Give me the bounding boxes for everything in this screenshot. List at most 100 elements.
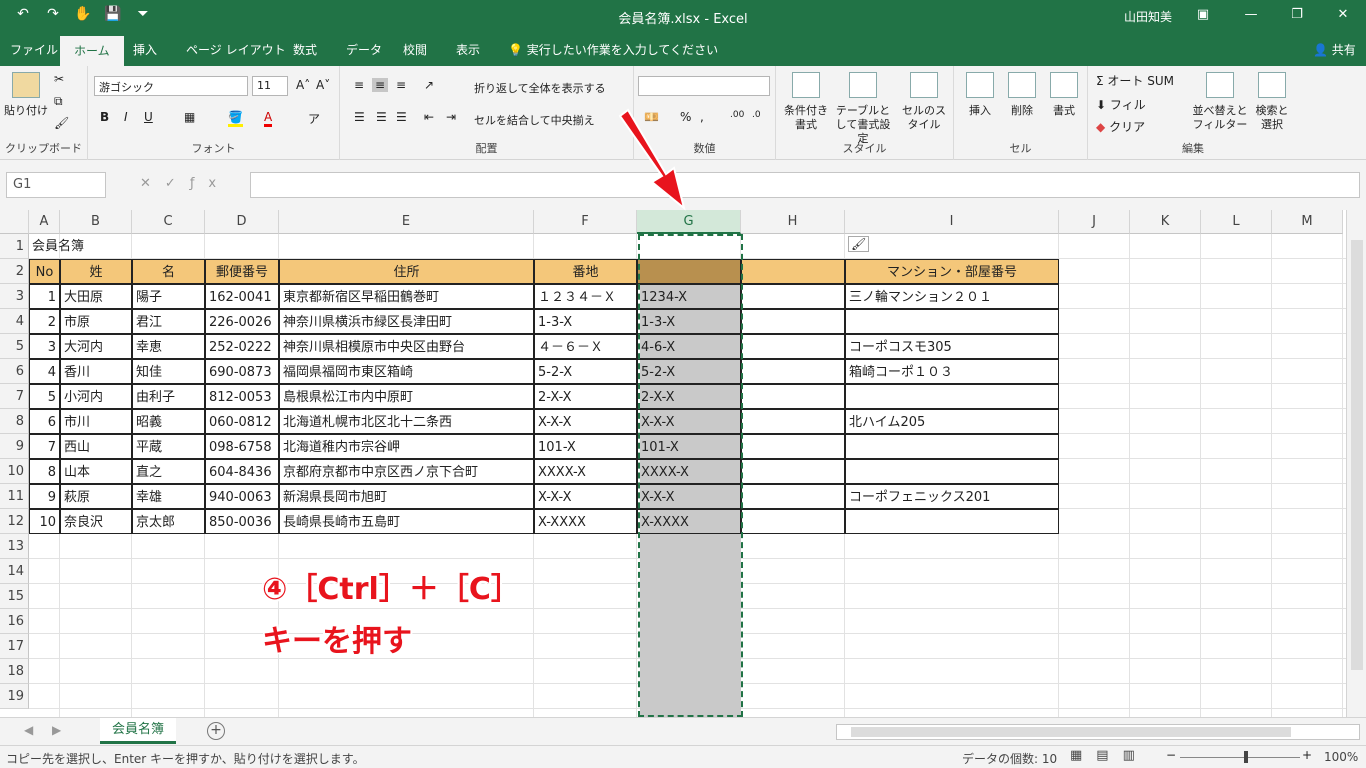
zoom-level[interactable]: 100% (1324, 750, 1358, 764)
column-header-d[interactable]: D (205, 210, 279, 234)
data-cell[interactable]: 箱崎コーポ１０３ (845, 359, 1059, 384)
column-header-b[interactable]: B (60, 210, 132, 234)
ribbon-display-icon[interactable]: ▣ (1180, 4, 1226, 28)
row-header-10[interactable]: 10 (0, 459, 29, 484)
data-cell[interactable] (741, 384, 845, 409)
vertical-scroll-thumb[interactable] (1351, 240, 1363, 670)
row-header-2[interactable]: 2 (0, 259, 29, 284)
data-cell[interactable]: 西山 (60, 434, 132, 459)
data-cell[interactable]: 幸恵 (132, 334, 205, 359)
row-header-4[interactable]: 4 (0, 309, 29, 334)
column-header-a[interactable]: A (29, 210, 60, 234)
fill-button[interactable]: ⬇ フィル (1096, 96, 1146, 113)
column-header-j[interactable]: J (1059, 210, 1130, 234)
find-select-button[interactable]: 検索と選択 (1252, 72, 1292, 132)
data-cell[interactable]: 昭義 (132, 409, 205, 434)
header-cell[interactable]: 名 (132, 259, 205, 284)
data-cell[interactable]: 226-0026 (205, 309, 279, 334)
data-cell[interactable]: 市川 (60, 409, 132, 434)
font-size-select[interactable]: 11 (252, 76, 288, 96)
worksheet-grid[interactable]: A B C D E F G H I J K L M 1 2 3 4 5 6 7 8 9 10 11 12 13 14 15 16 17 18… (0, 210, 1346, 717)
data-cell[interactable] (741, 284, 845, 309)
decrease-indent-icon[interactable]: ⇤ (424, 110, 434, 124)
close-icon[interactable]: ✕ (1320, 4, 1366, 28)
data-cell[interactable]: 北海道札幌市北区北十二条西 (279, 409, 534, 434)
data-cell[interactable] (741, 309, 845, 334)
italic-button[interactable]: I (124, 110, 128, 124)
data-cell[interactable]: ４－６－Ｘ (534, 334, 637, 359)
row-header-17[interactable]: 17 (0, 634, 29, 659)
name-box[interactable]: G1 (6, 172, 106, 198)
data-cell[interactable]: 知佳 (132, 359, 205, 384)
data-cell[interactable]: 幸雄 (132, 484, 205, 509)
comma-icon[interactable]: , (700, 110, 704, 124)
row-header-6[interactable]: 6 (0, 359, 29, 384)
data-cell[interactable]: 060-0812 (205, 409, 279, 434)
data-cell[interactable]: 162-0041 (205, 284, 279, 309)
data-cell[interactable]: 小河内 (60, 384, 132, 409)
tab-home[interactable]: ホーム (60, 36, 124, 66)
row-header-9[interactable]: 9 (0, 434, 29, 459)
data-cell[interactable] (741, 409, 845, 434)
row-header-8[interactable]: 8 (0, 409, 29, 434)
enter-icon[interactable]: ✓ (165, 176, 190, 191)
data-cell[interactable]: 京太郎 (132, 509, 205, 534)
data-cell[interactable] (741, 334, 845, 359)
data-cell[interactable]: 8 (29, 459, 60, 484)
data-cell[interactable]: 神奈川県相模原市中央区由野台 (279, 334, 534, 359)
data-cell[interactable]: 三ノ輪マンション２０１ (845, 284, 1059, 309)
data-cell[interactable]: 香川 (60, 359, 132, 384)
normal-view-icon[interactable]: ▦ (1070, 748, 1082, 763)
data-cell[interactable]: 1 (29, 284, 60, 309)
data-cell[interactable]: 9 (29, 484, 60, 509)
underline-button[interactable]: U (144, 110, 153, 124)
data-cell[interactable]: 2-X-X (534, 384, 637, 409)
row-header-18[interactable]: 18 (0, 659, 29, 684)
data-cell[interactable]: 大河内 (60, 334, 132, 359)
data-cell[interactable]: 098-6758 (205, 434, 279, 459)
decrease-decimal-icon[interactable]: .0 (752, 110, 761, 120)
row-header-15[interactable]: 15 (0, 584, 29, 609)
next-sheet-icon[interactable]: ▶ (52, 723, 61, 737)
data-cell[interactable]: 850-0036 (205, 509, 279, 534)
align-top-icon[interactable]: ≡ (354, 78, 364, 92)
phonetic-icon[interactable]: ア (308, 110, 320, 127)
header-cell[interactable]: 郵便番号 (205, 259, 279, 284)
grow-font-icon[interactable]: A˄ (296, 78, 310, 92)
data-cell[interactable]: 7 (29, 434, 60, 459)
data-cell[interactable]: X-XXXX (534, 509, 637, 534)
align-middle-icon[interactable]: ≡ (372, 78, 389, 92)
data-cell[interactable]: 奈良沢 (60, 509, 132, 534)
data-cell[interactable]: 北ハイム205 (845, 409, 1059, 434)
tab-file[interactable]: ファイル (10, 41, 58, 58)
data-cell[interactable]: 604-8436 (205, 459, 279, 484)
row-header-14[interactable]: 14 (0, 559, 29, 584)
data-cell[interactable]: 3 (29, 334, 60, 359)
data-cell[interactable] (845, 509, 1059, 534)
data-cell[interactable]: 島根県松江市内中原町 (279, 384, 534, 409)
row-header-13[interactable]: 13 (0, 534, 29, 559)
number-format-select[interactable] (638, 76, 770, 96)
tab-review[interactable]: 校閲 (403, 41, 427, 58)
increase-indent-icon[interactable]: ⇥ (446, 110, 456, 124)
border-icon[interactable]: ▦ (184, 110, 195, 124)
font-name-select[interactable]: 游ゴシック (94, 76, 248, 96)
data-cell[interactable]: 山本 (60, 459, 132, 484)
data-cell[interactable]: 812-0053 (205, 384, 279, 409)
data-cell[interactable]: １２３４－Ｘ (534, 284, 637, 309)
data-cell[interactable] (845, 384, 1059, 409)
tell-me-search[interactable]: 💡 実行したい作業を入力してください (508, 41, 718, 58)
data-cell[interactable] (741, 484, 845, 509)
zoom-slider[interactable] (1180, 757, 1300, 758)
data-cell[interactable]: 4 (29, 359, 60, 384)
data-cell[interactable] (741, 509, 845, 534)
header-cell[interactable] (741, 259, 845, 284)
cell-styles-button[interactable]: セルのスタイル (898, 72, 950, 132)
column-header-l[interactable]: L (1201, 210, 1272, 234)
fx-icon[interactable]: ƒx (190, 176, 230, 191)
row-header-1[interactable]: 1 (0, 234, 29, 259)
prev-sheet-icon[interactable]: ◀ (24, 723, 33, 737)
align-left-icon[interactable]: ☰ (354, 110, 365, 124)
data-cell[interactable]: XXXX-X (534, 459, 637, 484)
tab-insert[interactable]: 挿入 (133, 41, 157, 58)
